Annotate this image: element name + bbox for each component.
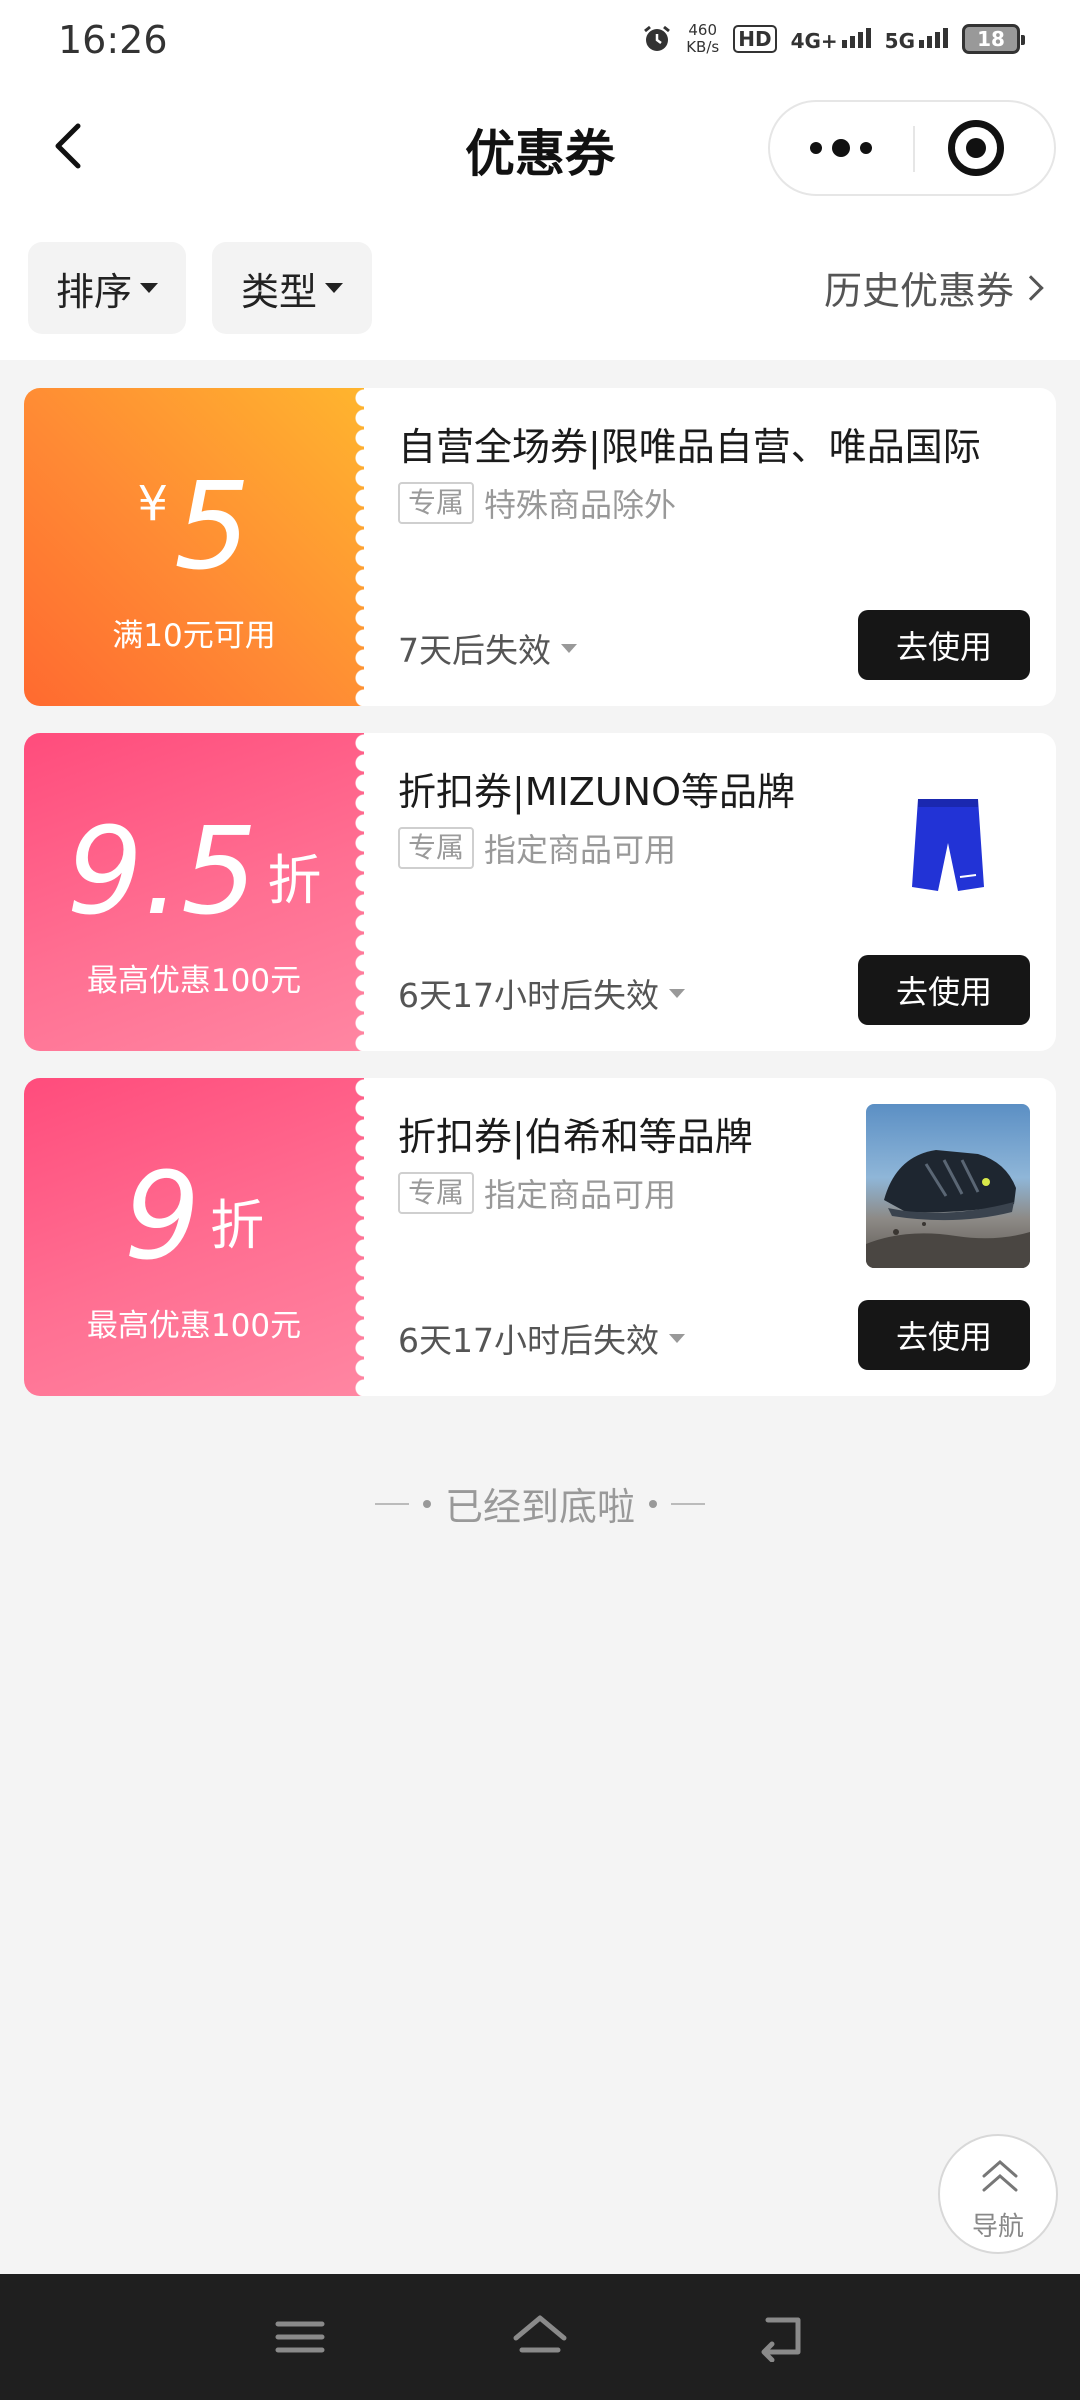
- net-speed: 460 KB/s: [686, 21, 720, 56]
- coupon-scope: 特殊商品除外: [484, 486, 677, 524]
- coupon-unit: 折: [267, 849, 322, 912]
- perforated-edge: [352, 733, 376, 1051]
- perforated-edge: [352, 388, 376, 706]
- exclusive-tag: 专属: [398, 827, 475, 869]
- battery-icon: 18: [962, 24, 1025, 54]
- close-miniprogram-icon[interactable]: [948, 120, 1004, 176]
- exclusive-tag: 专属: [398, 482, 475, 524]
- coupon-scope: 指定商品可用: [484, 831, 677, 869]
- chevron-right-icon: [1018, 274, 1044, 301]
- coupon-tag-row: 专属 指定商品可用: [398, 1170, 676, 1216]
- coupon-condition: 满10元可用: [112, 618, 276, 654]
- coupon-card: 9.5 折 最高优惠100元 折扣券|MIZUNO等品牌 专属 指定商品可用 6…: [24, 733, 1056, 1051]
- coupon-amount: 9: [123, 1148, 201, 1287]
- product-thumbnail-shoe[interactable]: [866, 1104, 1030, 1268]
- dropdown-caret-icon: [669, 988, 685, 998]
- coupon-expiry-toggle[interactable]: 6天17小时后失效: [398, 1314, 685, 1362]
- more-options-icon[interactable]: [770, 102, 912, 194]
- coupon-value-panel: 9.5 折 最高优惠100元: [24, 733, 376, 1051]
- dropdown-caret-icon: [669, 1333, 685, 1343]
- nav-bar: 优惠券: [0, 96, 1080, 200]
- type-filter-button[interactable]: 类型: [212, 242, 372, 334]
- top-header-area: 16:26 460 KB/s HD 4G+ 5G 18 优惠券 排序 类型 历史…: [0, 0, 1080, 360]
- use-coupon-button[interactable]: 去使用: [858, 1300, 1030, 1370]
- end-of-list-text: 已经到底啦: [444, 1485, 635, 1529]
- dropdown-caret-icon: [140, 283, 158, 293]
- home-icon[interactable]: [510, 2312, 570, 2362]
- double-chevron-up-icon: [982, 2160, 1018, 2192]
- divider-line: [374, 1502, 409, 1505]
- status-bar: 16:26 460 KB/s HD 4G+ 5G 18: [0, 0, 1080, 84]
- dropdown-caret-icon: [561, 643, 577, 653]
- shoe-image: [866, 1150, 1030, 1268]
- coupon-title: 折扣券|MIZUNO等品牌: [398, 770, 795, 814]
- coupon-amount: 9.5: [66, 803, 258, 942]
- coupon-unit: 折: [210, 1194, 265, 1257]
- network-5g-icon: 5G: [885, 26, 948, 53]
- divider-dot: [649, 1499, 657, 1508]
- coupon-scope: 指定商品可用: [484, 1176, 677, 1214]
- coupon-value-panel: 9 折 最高优惠100元: [24, 1078, 376, 1396]
- product-thumbnail-shorts[interactable]: [866, 759, 1030, 923]
- capsule-divider: [913, 126, 915, 172]
- back-icon[interactable]: [750, 2312, 810, 2362]
- dropdown-caret-icon: [325, 283, 343, 293]
- nav-button-label: 导航: [971, 2212, 1024, 2242]
- history-coupons-link[interactable]: 历史优惠券: [824, 260, 1044, 315]
- menu-icon[interactable]: [270, 2312, 330, 2362]
- coupon-expiry-toggle[interactable]: 6天17小时后失效: [398, 969, 685, 1017]
- divider-dot: [422, 1499, 431, 1508]
- coupon-card: ¥ 5 满10元可用 自营全场券|限唯品自营、唯品国际 专属 特殊商品除外 7天…: [24, 388, 1056, 706]
- coupon-value-panel: ¥ 5 满10元可用: [24, 388, 376, 706]
- coupon-title: 自营全场券|限唯品自营、唯品国际: [398, 425, 981, 469]
- coupon-tag-row: 专属 指定商品可用: [398, 825, 676, 871]
- shorts-image: [912, 799, 984, 891]
- miniprogram-capsule: [768, 100, 1056, 196]
- hd-icon: HD: [733, 25, 777, 53]
- perforated-edge: [352, 1078, 376, 1396]
- coupon-condition: 最高优惠100元: [86, 1308, 302, 1344]
- coupon-card: 9 折 最高优惠100元 折扣券|伯希和等品牌 专属 指定商品可用 6天17小时…: [24, 1078, 1056, 1396]
- use-coupon-button[interactable]: 去使用: [858, 955, 1030, 1025]
- filter-bar: 排序 类型 历史优惠券: [0, 240, 1080, 336]
- status-time: 16:26: [58, 18, 168, 62]
- coupon-tag-row: 专属 特殊商品除外: [398, 480, 676, 526]
- currency-symbol: ¥: [137, 476, 169, 532]
- coupon-title: 折扣券|伯希和等品牌: [398, 1115, 753, 1159]
- sort-filter-button[interactable]: 排序: [28, 242, 186, 334]
- coupon-condition: 最高优惠100元: [86, 963, 302, 999]
- divider-line: [671, 1502, 705, 1505]
- navigation-float-button[interactable]: 导航: [938, 2134, 1058, 2254]
- coupon-expiry-toggle[interactable]: 7天后失效: [398, 624, 577, 672]
- use-coupon-button[interactable]: 去使用: [858, 610, 1030, 680]
- system-nav-bar: [0, 2274, 1080, 2400]
- network-4g-icon: 4G+: [791, 26, 871, 53]
- status-icons: 460 KB/s HD 4G+ 5G 18: [642, 21, 1025, 56]
- exclusive-tag: 专属: [398, 1172, 475, 1214]
- coupon-amount: 5: [174, 458, 251, 597]
- end-of-list-indicator: 已经到底啦: [0, 1476, 1080, 1531]
- alarm-icon: [644, 25, 671, 51]
